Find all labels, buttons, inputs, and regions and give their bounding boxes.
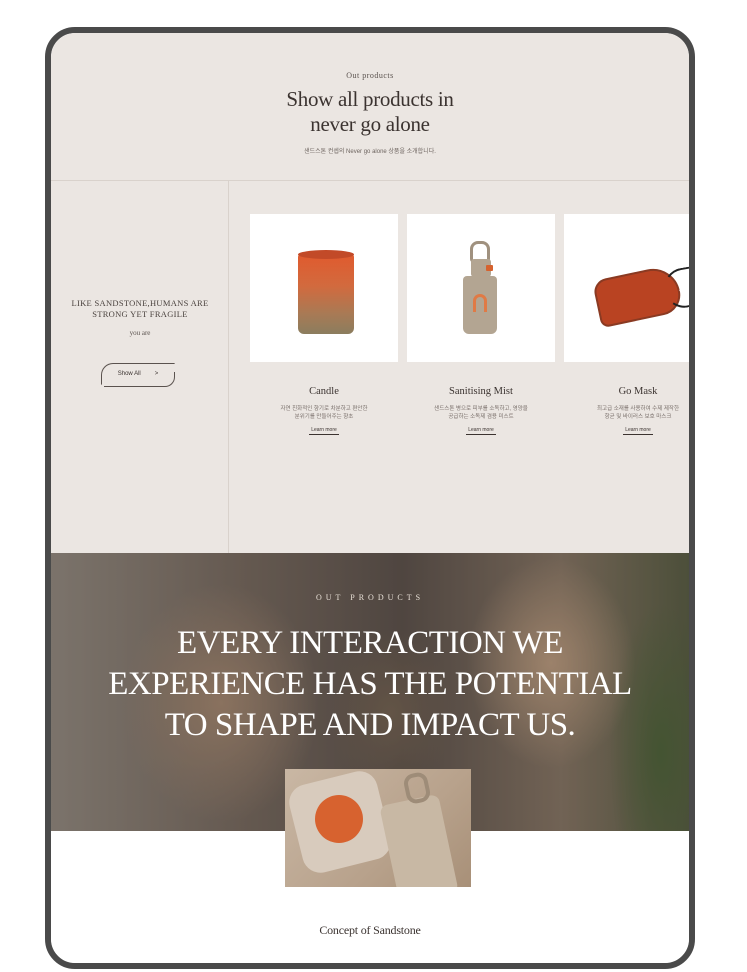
product-card-mist[interactable]: Sanitising Mist 샌드스톤 병으로 피부를 소독하고, 영양을 공… (407, 214, 555, 435)
product-photo (285, 769, 471, 887)
bottle-nozzle (486, 265, 493, 271)
photo-disk (315, 795, 363, 843)
headline-line-2: EXPERIENCE HAS THE POTENTIAL (108, 666, 632, 702)
learn-more-link[interactable]: Learn more (623, 427, 653, 435)
description-line-1: 샌드스톤 병으로 피부를 소독하고, 영양을 (434, 406, 528, 412)
concept-title: Concept of Sandstone (319, 923, 421, 937)
show-all-button[interactable]: Show All > (101, 363, 175, 387)
chevron-right-icon[interactable]: › (678, 281, 683, 295)
title-line-1: Show all products in (286, 87, 454, 111)
show-all-label: Show All (117, 371, 141, 377)
candle-image (250, 214, 398, 362)
candle-jar (298, 254, 354, 334)
tagline: LIKE SANDSTONE,HUMANS ARE STRONG YET FRA… (65, 298, 215, 320)
product-name: Candle (309, 386, 339, 397)
product-description: 자연 친화적인 향기로 차분하고 편안한 분위기를 만들어주는 향초 (250, 405, 398, 421)
tagline-line-2: STRONG YET FRAGILE (92, 309, 188, 319)
intro-column: LIKE SANDSTONE,HUMANS ARE STRONG YET FRA… (51, 181, 229, 553)
product-description: 샌드스톤 병으로 피부를 소독하고, 영양을 공급하는 소독제 겸용 미스트 (407, 405, 555, 421)
product-description: 최고급 소재를 사용하여 수제 제작한 항균 및 바이러스 보호 마스크 (564, 405, 689, 421)
learn-more-link[interactable]: Learn more (466, 427, 496, 435)
bottle-logo-icon (473, 294, 487, 312)
product-card-candle[interactable]: Candle 자연 친화적인 향기로 차분하고 편안한 분위기를 만들어주는 향… (250, 214, 398, 435)
banner-headline: EVERY INTERACTION WE EXPERIENCE HAS THE … (51, 623, 689, 746)
product-section: LIKE SANDSTONE,HUMANS ARE STRONG YET FRA… (51, 181, 689, 553)
description-line-1: 자연 친화적인 향기로 차분하고 편안한 (280, 406, 368, 412)
mist-bottle-image (407, 214, 555, 362)
tagline-line-1: LIKE SANDSTONE,HUMANS ARE (71, 298, 209, 308)
headline-line-3: TO SHAPE AND IMPACT US. (164, 707, 576, 743)
title-line-2: never go alone (310, 112, 430, 136)
screen: Out products Show all products in never … (51, 33, 689, 963)
device-frame: Out products Show all products in never … (45, 27, 695, 969)
section-eyebrow: Out products (346, 71, 394, 80)
product-name: Go Mask (618, 386, 658, 397)
section-subtitle: 샌드스톤 컨셉의 Never go alone 상품을 소개합니다. (304, 149, 436, 155)
product-name: Sanitising Mist (449, 386, 513, 397)
description-line-2: 분위기를 만들어주는 향초 (294, 414, 354, 420)
description-line-1: 최고급 소재를 사용하여 수제 제작한 (596, 406, 679, 412)
description-line-2: 항균 및 바이러스 보호 마스크 (604, 414, 672, 420)
description-line-2: 공급하는 소독제 겸용 미스트 (448, 414, 514, 420)
products-header: Out products Show all products in never … (51, 33, 689, 181)
learn-more-link[interactable]: Learn more (309, 427, 339, 435)
banner-eyebrow: OUT PRODUCTS (315, 593, 425, 602)
photo-bottle (379, 793, 459, 887)
arrow-right-icon: > (154, 371, 159, 377)
candle-wax-top (298, 250, 354, 259)
mask-image (564, 214, 689, 362)
product-card-mask[interactable]: Go Mask 최고급 소재를 사용하여 수제 제작한 항균 및 바이러스 보호… (564, 214, 689, 435)
page-title: Show all products in never go alone (51, 87, 689, 137)
headline-line-1: EVERY INTERACTION WE (177, 625, 563, 661)
tagline-sub: you are (129, 329, 151, 337)
